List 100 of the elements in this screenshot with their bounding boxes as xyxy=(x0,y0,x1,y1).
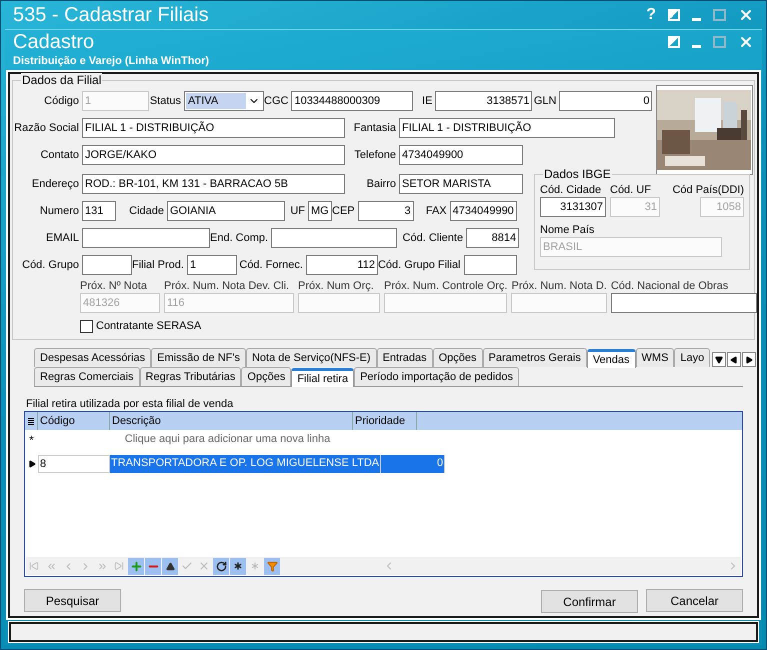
field-label: GLN xyxy=(532,94,556,109)
contrast-icon[interactable] xyxy=(668,36,680,48)
scroll-left-icon[interactable] xyxy=(727,352,742,367)
input-field[interactable]: 4734049900 xyxy=(399,145,523,165)
input-field[interactable] xyxy=(610,293,757,313)
tab[interactable]: Opções xyxy=(432,348,483,367)
minimize-icon[interactable] xyxy=(692,44,701,48)
input-field[interactable] xyxy=(82,228,210,248)
close-icon[interactable] xyxy=(738,34,754,50)
field-label: Próx. Num. Controle Orç. xyxy=(384,280,508,293)
input-field[interactable]: 0 xyxy=(559,91,652,111)
field-label: Cód. Cliente xyxy=(402,230,464,246)
input-field[interactable]: MG xyxy=(308,201,332,221)
status-dropdown[interactable]: ATIVA xyxy=(184,91,264,111)
navigator-button[interactable] xyxy=(213,558,229,574)
cancel-button[interactable]: Cancelar xyxy=(646,589,743,612)
field-label: Cód. Cidade xyxy=(540,183,602,197)
field-label: Cód País(DDI) xyxy=(672,183,744,197)
input-field[interactable]: 4734049990 xyxy=(450,201,517,221)
scroll-right-icon[interactable] xyxy=(742,352,756,367)
input-field[interactable]: SETOR MARISTA xyxy=(399,174,523,194)
input-field[interactable]: 131 xyxy=(82,201,116,221)
input-field[interactable]: ROD.: BR-101, KM 131 - BARRACAO 5B xyxy=(82,174,345,194)
last-icon xyxy=(114,561,124,571)
tab[interactable]: Entradas xyxy=(376,348,433,367)
input-field[interactable]: 3131307 xyxy=(540,197,606,217)
field-label: Próx. Nº Nota xyxy=(80,280,148,293)
tab[interactable]: Regras Tributárias xyxy=(140,367,242,386)
input-field[interactable]: 112 xyxy=(306,255,378,275)
field-label: Endereço xyxy=(30,176,79,192)
field-label: Fantasia xyxy=(352,120,396,136)
field-label: Cód. Nacional de Obras xyxy=(610,280,730,293)
field-label: Nome País xyxy=(540,223,596,237)
field-label: CGC xyxy=(264,94,288,109)
asterisk-icon xyxy=(232,560,244,572)
navigator-button[interactable] xyxy=(162,558,178,574)
field-label: Bairro xyxy=(366,176,396,192)
input-field[interactable]: 3 xyxy=(358,201,414,221)
tab[interactable]: Layo xyxy=(674,348,710,367)
tab[interactable]: Nota de Serviço(NFS-E) xyxy=(246,348,377,367)
tab[interactable]: Período importação de pedidos xyxy=(354,367,519,386)
close-icon[interactable] xyxy=(738,7,754,23)
tab[interactable]: Regras Comerciais xyxy=(34,367,140,386)
column-header[interactable]: Descrição xyxy=(110,412,353,430)
minimize-icon[interactable] xyxy=(692,18,701,20)
grid-row[interactable]: 8 TRANSPORTADORA E OP. LOG MIGUELENSE LTDA 0 xyxy=(25,455,742,473)
input-field[interactable]: 8814 xyxy=(466,228,520,248)
field-label: Próx. Num Orç. xyxy=(298,280,375,293)
table-cell: TRANSPORTADORA E OP. LOG MIGUELENSE LTDA xyxy=(110,455,382,473)
input-field[interactable]: 3138571 xyxy=(435,91,532,111)
field-label: Próx. Num. Nota Dev. Cli. xyxy=(164,280,290,293)
input-field[interactable] xyxy=(464,255,517,275)
tab[interactable]: Emissão de NF's xyxy=(151,348,246,367)
navigator-button[interactable] xyxy=(230,558,246,574)
dropdown-icon[interactable] xyxy=(712,352,726,367)
column-header[interactable]: Prioridade xyxy=(353,412,417,430)
double-chevron-right-icon xyxy=(96,560,108,572)
current-row-icon xyxy=(28,460,36,468)
column-chooser-icon[interactable] xyxy=(25,412,38,430)
field-label: Cód. UF xyxy=(610,183,651,197)
tab[interactable]: WMS xyxy=(636,348,674,367)
tab[interactable]: Filial retira xyxy=(291,368,354,387)
table-cell: 8 xyxy=(38,455,110,473)
field-label: Telefone xyxy=(353,148,396,163)
refresh-icon xyxy=(216,560,226,572)
window-subtitle: Distribuição e Varejo (Linha WinThor) xyxy=(13,54,210,68)
row-marker: * xyxy=(28,432,35,448)
checkbox-label: Contratante SERASA xyxy=(96,319,202,334)
grid-caption: Filial retira utilizada por esta filial de venda xyxy=(26,397,234,411)
tab[interactable]: Despesas Acessórias xyxy=(34,348,152,367)
confirm-button[interactable]: Confirmar xyxy=(541,590,638,613)
input-field[interactable]: GOIANIA xyxy=(167,201,285,221)
parent-window-title: 535 - Cadastrar Filiais xyxy=(13,4,210,26)
input-field[interactable] xyxy=(271,228,398,248)
input-field[interactable]: 1 xyxy=(186,255,237,275)
column-header[interactable]: Código xyxy=(38,412,110,430)
field-label: Código xyxy=(43,94,79,109)
input-field[interactable]: FILIAL 1 - DISTRIBUIÇÃO xyxy=(82,118,345,138)
input-field[interactable]: 10334488000309 xyxy=(291,91,414,111)
tab[interactable]: Vendas xyxy=(586,349,636,368)
field-label: Status xyxy=(149,94,181,109)
group-title: Dados IBGE xyxy=(543,167,612,181)
tab[interactable]: Parametros Gerais xyxy=(482,348,587,367)
checkbox[interactable] xyxy=(80,320,93,333)
field-label: Cód. Grupo xyxy=(21,258,79,273)
field-label: EMAIL xyxy=(44,230,79,246)
plus-icon xyxy=(130,560,142,572)
field-label: End. Comp. xyxy=(210,230,268,246)
input-field[interactable] xyxy=(82,255,132,275)
field-label: FAX xyxy=(424,204,447,219)
field-label: IE xyxy=(421,94,432,109)
field-label: Razão Social xyxy=(14,120,79,136)
input-field[interactable]: JORGE/KAKO xyxy=(82,145,345,165)
tab[interactable]: Opções xyxy=(241,367,292,386)
new-row-hint[interactable]: Clique aqui para adicionar uma nova linha xyxy=(38,431,417,448)
search-button[interactable]: Pesquisar xyxy=(24,589,121,612)
double-chevron-left-icon xyxy=(46,560,56,572)
input-field[interactable]: FILIAL 1 - DISTRIBUIÇÃO xyxy=(399,118,615,138)
field-label: Contato xyxy=(39,148,79,163)
contrast-icon[interactable] xyxy=(668,9,680,21)
